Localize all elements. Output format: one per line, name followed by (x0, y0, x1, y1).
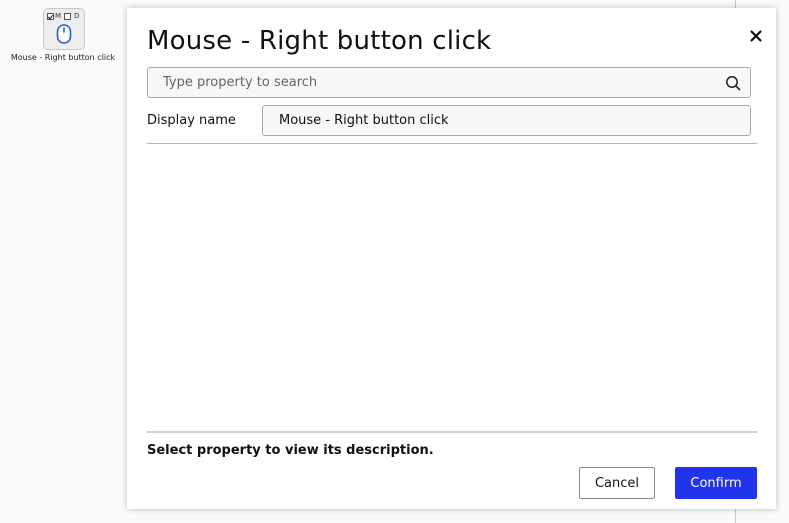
search-field[interactable] (147, 67, 751, 98)
divider-top (147, 143, 757, 144)
node-label: Mouse - Right button click (10, 53, 116, 62)
display-name-input[interactable] (262, 105, 751, 136)
cancel-button[interactable]: Cancel (579, 467, 655, 499)
workflow-node[interactable]: M D Mouse - Right button click (4, 6, 122, 66)
dialog-title: Mouse - Right button click (147, 26, 492, 56)
search-input[interactable] (148, 68, 718, 97)
workspace: M D Mouse - Right button click Mouse - R… (0, 0, 789, 523)
node-flags: M D (47, 12, 79, 20)
node-box[interactable]: M D (43, 8, 85, 50)
flag-d-label: D (74, 12, 80, 20)
confirm-button[interactable]: Confirm (675, 467, 757, 499)
divider-bottom[interactable] (147, 431, 757, 433)
flag-d-checkbox[interactable] (64, 12, 72, 20)
properties-dialog: Mouse - Right button click Display name … (127, 8, 776, 509)
flag-m-checkbox[interactable] (47, 12, 54, 20)
close-icon[interactable] (748, 28, 764, 44)
mouse-icon (56, 24, 72, 48)
close-button[interactable] (748, 28, 764, 44)
property-description: Select property to view its description. (147, 443, 434, 458)
search-icon[interactable] (725, 75, 741, 95)
display-name-label: Display name (147, 113, 236, 128)
flag-m-label: M (55, 12, 62, 20)
